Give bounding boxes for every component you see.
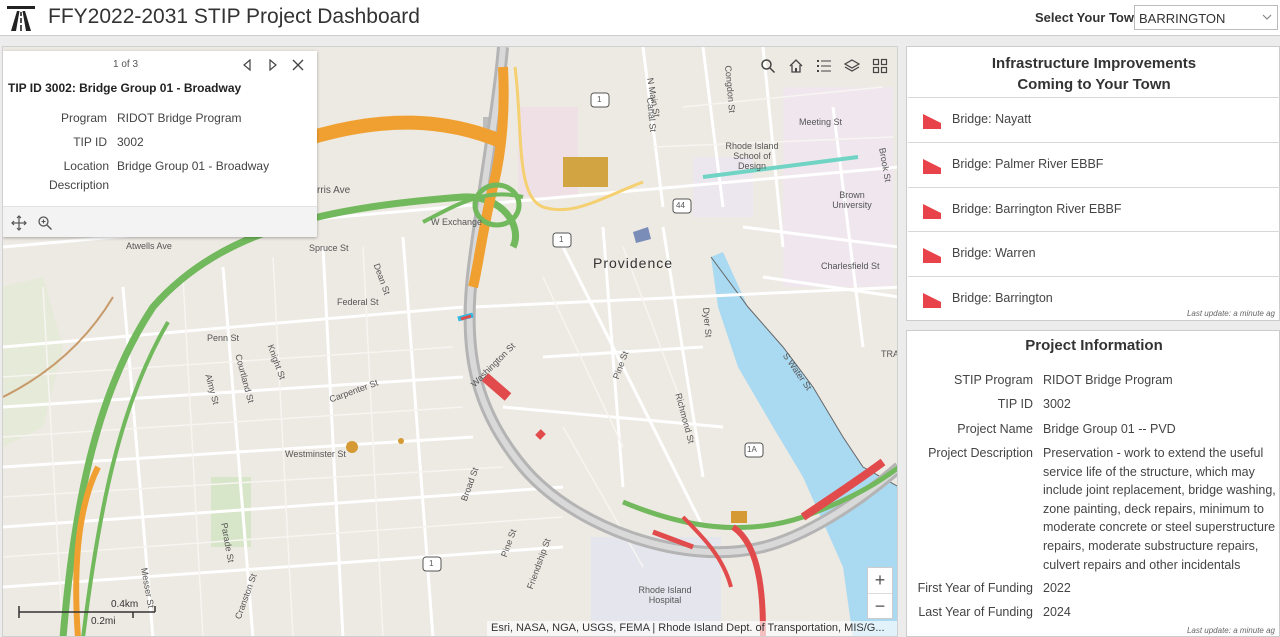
- project-field-key: Last Year of Funding: [918, 605, 1033, 619]
- popup-title: TIP ID 3002: Bridge Group 01 - Broadway: [8, 81, 242, 95]
- flag-icon: [923, 204, 941, 219]
- map-toolbar: [757, 55, 891, 77]
- triangle-left-icon: [243, 59, 251, 71]
- map-label-spruce: Spruce St: [309, 243, 349, 253]
- popup-field-value: Bridge Group 01 - Broadway: [117, 159, 270, 173]
- flag-icon: [923, 159, 941, 174]
- popup-page-count: 1 of 3: [113, 59, 139, 70]
- project-field-value: Bridge Group 01 -- PVD: [1043, 422, 1176, 436]
- zoom-to-icon[interactable]: [37, 215, 53, 231]
- zoom-out-button[interactable]: −: [868, 593, 892, 618]
- map-label-providence: Providence: [593, 255, 674, 271]
- list-icon: [817, 60, 831, 72]
- search-icon: [761, 59, 776, 74]
- popup-close-button[interactable]: [290, 57, 306, 73]
- highway-logo-icon: [7, 6, 35, 31]
- list-item[interactable]: Bridge: Nayatt: [908, 97, 1280, 141]
- popup-field-key: Program: [60, 111, 107, 125]
- map-label-federal: Federal St: [337, 297, 379, 307]
- list-item-label: Bridge: Palmer River EBBF: [952, 157, 1104, 171]
- project-field-key: STIP Program: [954, 373, 1033, 387]
- flag-icon: [923, 248, 941, 263]
- town-select[interactable]: BARRINGTON: [1134, 5, 1278, 30]
- map-label-westminster: Westminster St: [285, 449, 346, 459]
- map-label-w-exchange: W Exchange: [431, 217, 483, 227]
- town-select-label: Select Your Town:: [1035, 10, 1147, 25]
- route-shield-1: 1: [597, 95, 602, 104]
- flag-icon: [923, 293, 941, 308]
- basemap-gallery-button[interactable]: [869, 55, 891, 77]
- route-shield-1b: 1: [559, 235, 564, 244]
- layers-icon: [844, 59, 860, 72]
- project-field-value: 3002: [1043, 397, 1071, 411]
- triangle-right-icon: [269, 59, 277, 71]
- infrastructure-panel: Infrastructure Improvements Coming to Yo…: [906, 46, 1280, 321]
- infrastructure-panel-title: Infrastructure Improvements Coming to Yo…: [907, 53, 1280, 95]
- project-field-value: 2024: [1043, 605, 1071, 619]
- popup-field-key: Location Description: [48, 159, 109, 192]
- project-field-value: Preservation - work to extend the useful…: [1043, 446, 1276, 572]
- pan-to-icon[interactable]: [11, 215, 27, 231]
- map-label-risd: Rhode Island School of Design: [725, 141, 779, 171]
- list-item-label: Bridge: Nayatt: [952, 112, 1032, 126]
- infrastructure-last-update: Last update: a minute ag: [1186, 309, 1275, 318]
- map-label-meeting: Meeting St: [799, 117, 843, 127]
- app-header: FFY2022-2031 STIP Project Dashboard Sele…: [0, 0, 1280, 36]
- flag-icon: [923, 114, 941, 129]
- popup-field-value: RIDOT Bridge Program: [117, 111, 242, 125]
- zoom-in-button[interactable]: +: [868, 568, 892, 593]
- route-shield-1a: 1A: [747, 445, 757, 454]
- map-label-ri-hospital: Rhode Island Hospital: [638, 585, 692, 605]
- map-view[interactable]: Providence N Main St Canal St Congdon St…: [2, 46, 898, 637]
- project-info-title: Project Information: [1025, 337, 1163, 354]
- project-last-update: Last update: a minute ag: [1186, 626, 1275, 635]
- project-field-value: 2022: [1043, 581, 1071, 595]
- project-field-value: RIDOT Bridge Program: [1043, 373, 1173, 387]
- scale-mi-label: 0.2mi: [91, 616, 116, 627]
- list-item-label: Bridge: Warren: [952, 246, 1036, 260]
- map-label-trad: TRAD: [881, 349, 897, 359]
- infrastructure-title-line1: Infrastructure Improvements: [991, 55, 1197, 72]
- list-item-label: Bridge: Barrington: [952, 291, 1053, 305]
- basemap-gallery-icon: [872, 58, 888, 74]
- map-label-atwells: Atwells Ave: [126, 241, 172, 251]
- list-item-label: Bridge: Barrington River EBBF: [952, 202, 1122, 216]
- project-field-key: Project Name: [957, 422, 1033, 436]
- list-item[interactable]: Bridge: Barrington River EBBF: [908, 187, 1280, 231]
- home-button[interactable]: [785, 55, 807, 77]
- town-select-value: BARRINGTON: [1139, 11, 1226, 26]
- map-label-charlesfield: Charlesfield St: [821, 261, 880, 271]
- close-icon: [292, 59, 304, 71]
- search-button[interactable]: [757, 55, 779, 77]
- popup-field-key: TIP ID: [73, 135, 107, 149]
- layers-button[interactable]: [841, 55, 863, 77]
- legend-button[interactable]: [813, 55, 835, 77]
- route-shield-1c: 1: [429, 559, 434, 568]
- zoom-control: + −: [867, 567, 893, 619]
- project-field-key: First Year of Funding: [917, 581, 1033, 595]
- map-label-harris: rris Ave: [317, 185, 351, 196]
- feature-popup: 1 of 3 TIP ID 3002: Bridge Group 01 - Br…: [3, 51, 317, 237]
- popup-footer: [3, 206, 317, 237]
- project-field-key: TIP ID: [997, 397, 1033, 411]
- project-info-panel: Project Information STIP Program RIDOT B…: [906, 330, 1280, 637]
- popup-previous-button[interactable]: [239, 57, 255, 73]
- scale-km-label: 0.4km: [111, 599, 139, 610]
- map-attribution: Esri, NASA, NGA, USGS, FEMA | Rhode Isla…: [487, 621, 897, 636]
- map-label-penn: Penn St: [207, 333, 240, 343]
- app-title: FFY2022-2031 STIP Project Dashboard: [48, 5, 420, 28]
- list-item[interactable]: Bridge: Warren: [908, 231, 1280, 275]
- chevron-down-icon: [1262, 14, 1272, 20]
- project-field-key: Project Description: [928, 446, 1033, 460]
- route-shield-44: 44: [676, 201, 685, 210]
- list-item[interactable]: Bridge: Palmer River EBBF: [908, 142, 1280, 186]
- infrastructure-title-line2: Coming to Your Town: [1017, 76, 1171, 93]
- home-icon: [789, 59, 803, 73]
- popup-field-value: 3002: [117, 135, 144, 149]
- popup-next-button[interactable]: [265, 57, 281, 73]
- map-label-brown: Brown University: [832, 190, 872, 210]
